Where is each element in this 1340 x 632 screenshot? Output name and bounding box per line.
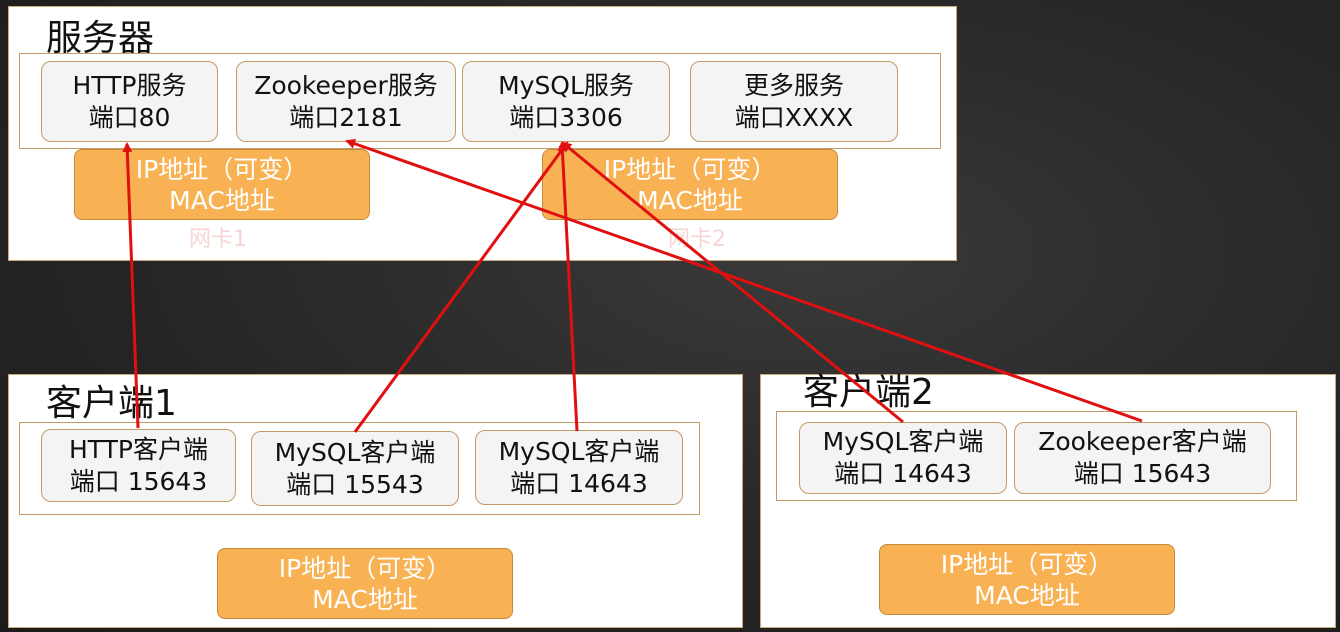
- more-service-port: 端口XXXX: [734, 102, 854, 132]
- server-nic1-mac: MAC地址: [169, 185, 275, 215]
- server-nic2: IP地址（可变） MAC地址: [542, 149, 838, 220]
- zookeeper-service-box: Zookeeper服务 端口2181: [236, 61, 456, 142]
- zookeeper-service-port: 端口2181: [289, 102, 403, 132]
- client2-nic-mac: MAC地址: [974, 580, 1080, 610]
- client2-zookeeper-client-box: Zookeeper客户端 端口 15643: [1014, 422, 1271, 494]
- server-nic2-mac: MAC地址: [637, 185, 743, 215]
- client2-nic-ip: IP地址（可变）: [940, 549, 1114, 579]
- zookeeper-service-name: Zookeeper服务: [254, 70, 438, 100]
- server-nic1-ip: IP地址（可变）: [135, 154, 309, 184]
- client2-mysql-client-port: 端口 14643: [834, 459, 972, 488]
- client1-nic-mac: MAC地址: [312, 584, 418, 614]
- mysql-service-name: MySQL服务: [498, 70, 634, 100]
- http-service-box: HTTP服务 端口80: [41, 61, 218, 142]
- client1-mysql-client-2-name: MySQL客户端: [498, 436, 660, 466]
- server-nic2-ip: IP地址（可变）: [603, 154, 777, 184]
- client1-http-client-name: HTTP客户端: [69, 434, 208, 464]
- more-service-name: 更多服务: [743, 70, 844, 100]
- client2-mysql-client-name: MySQL客户端: [822, 427, 984, 456]
- client2-title: 客户端2: [803, 372, 934, 413]
- client1-nic-ip: IP地址（可变）: [278, 553, 452, 583]
- server-nic1-caption: 网卡1: [189, 227, 247, 252]
- server-title: 服务器: [46, 18, 155, 59]
- client1-mysql-client-2-port: 端口 14643: [510, 468, 648, 498]
- server-nic2-caption: 网卡2: [668, 227, 726, 252]
- client2-nic: IP地址（可变） MAC地址: [879, 544, 1175, 615]
- client1-http-client-box: HTTP客户端 端口 15643: [41, 429, 236, 502]
- more-service-box: 更多服务 端口XXXX: [690, 61, 898, 142]
- http-service-port: 端口80: [88, 102, 171, 132]
- mysql-service-port: 端口3306: [509, 102, 623, 132]
- client1-panel: 客户端1 HTTP客户端 端口 15643 MySQL客户端 端口 15543 …: [8, 374, 743, 628]
- client1-mysql-client-box-1: MySQL客户端 端口 15543: [251, 431, 459, 506]
- client1-http-client-port: 端口 15643: [69, 466, 208, 496]
- server-panel: 服务器 HTTP服务 端口80 Zookeeper服务 端口2181 MySQL…: [8, 6, 957, 261]
- client1-mysql-client-1-name: MySQL客户端: [274, 437, 436, 467]
- client2-zookeeper-client-name: Zookeeper客户端: [1038, 427, 1247, 456]
- client1-nic: IP地址（可变） MAC地址: [217, 548, 513, 619]
- client1-mysql-client-box-2: MySQL客户端 端口 14643: [475, 430, 683, 505]
- client2-panel: 客户端2 MySQL客户端 端口 14643 Zookeeper客户端 端口 1…: [760, 374, 1336, 628]
- client2-zookeeper-client-port: 端口 15643: [1073, 459, 1212, 488]
- client1-title: 客户端1: [46, 383, 177, 424]
- http-service-name: HTTP服务: [72, 70, 187, 100]
- client2-mysql-client-box: MySQL客户端 端口 14643: [799, 422, 1007, 494]
- server-nic1: IP地址（可变） MAC地址: [74, 149, 370, 220]
- mysql-service-box: MySQL服务 端口3306: [462, 61, 670, 142]
- client1-mysql-client-1-port: 端口 15543: [286, 469, 424, 499]
